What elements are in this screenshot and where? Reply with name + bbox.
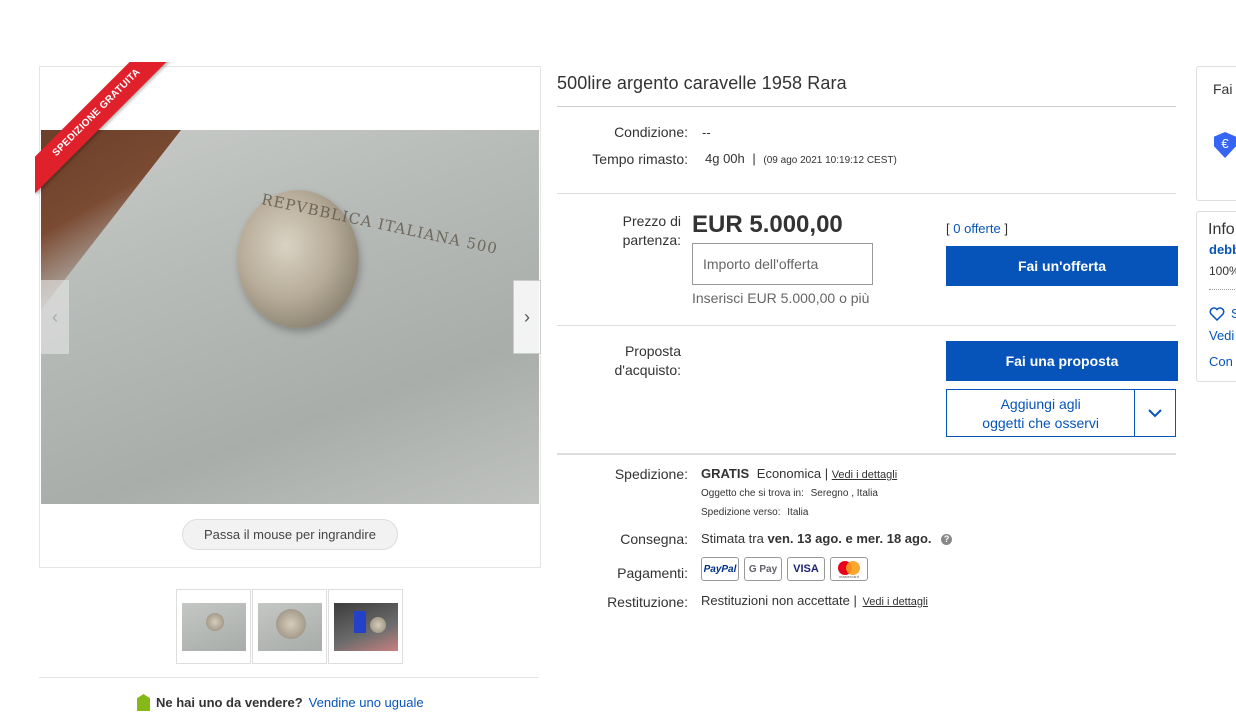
returns-row: Restituzioni non accettate | Vedi i dett…: [701, 593, 928, 608]
payments-label: Pagamenti:: [617, 565, 688, 581]
best-offer-label-line2: d'acquisto:: [614, 362, 682, 378]
help-icon[interactable]: ?: [941, 534, 953, 545]
thumbnail-1[interactable]: [176, 589, 251, 664]
google-pay-logo: G Pay: [744, 557, 782, 581]
returns-details-link[interactable]: Vedi i dettagli: [862, 596, 927, 608]
starting-price: EUR 5.000,00: [692, 211, 843, 238]
item-location-value: Seregno , Italia: [810, 488, 878, 499]
sell-similar-link[interactable]: Vendine uno uguale: [309, 695, 424, 710]
shield-euro-icon: €: [1214, 132, 1236, 158]
time-left-row: 4g 00h | (09 ago 2021 10:19:12 CEST): [705, 151, 897, 166]
save-seller-link[interactable]: S: [1209, 306, 1236, 321]
bid-count-link[interactable]: 0 offerte: [953, 221, 1000, 236]
protection-title: Fai: [1213, 81, 1233, 97]
watch-label-line1: Aggiungi agli: [1000, 396, 1081, 412]
zoom-hint: Passa il mouse per ingrandire: [182, 519, 398, 550]
title-divider: [557, 106, 1176, 107]
mastercard-logo: mastercard: [830, 557, 868, 581]
shipping-details-link[interactable]: Vedi i dettagli: [832, 469, 897, 481]
returns-label: Restituzione:: [607, 594, 688, 610]
starting-price-label-line1: Prezzo di: [622, 213, 681, 229]
listing-title: 500lire argento caravelle 1958 Rara: [557, 73, 847, 93]
divider: [1209, 289, 1236, 290]
condition-label: Condizione:: [614, 124, 688, 140]
seller-name-link[interactable]: debb: [1209, 242, 1236, 257]
thumbnail-2[interactable]: [252, 589, 327, 664]
shipping-method: Economica |: [756, 466, 829, 481]
seller-info-title: Info: [1208, 221, 1235, 238]
bid-count-close: ]: [1004, 221, 1008, 236]
add-to-watchlist-button[interactable]: Aggiungi agli oggetti che osservi: [947, 390, 1134, 436]
watchlist-control: Aggiungi agli oggetti che osservi: [946, 389, 1176, 437]
chevron-down-icon: [1148, 408, 1162, 417]
price-tag-icon: [137, 694, 150, 711]
see-other-items-link[interactable]: Vedi: [1209, 328, 1234, 343]
watch-label-line2: oggetti che osservi: [982, 415, 1100, 431]
delivery-dates: ven. 13 ago. e mer. 18 ago.: [767, 531, 932, 546]
time-separator: |: [752, 151, 756, 166]
chevron-right-icon: ›: [524, 306, 530, 327]
ribbon-label: SPEDIZIONE GRATUITA: [35, 62, 175, 193]
watchlist-dropdown-button[interactable]: [1134, 390, 1175, 436]
chevron-left-icon: ‹: [52, 306, 58, 327]
payment-methods: PayPal G Pay VISA mastercard: [701, 557, 868, 581]
shipping-summary: GRATIS Economica | Vedi i dettagli: [701, 466, 897, 481]
save-seller-label: S: [1231, 306, 1236, 321]
delivery-label: Consegna:: [620, 531, 688, 547]
shipping-label: Spedizione:: [614, 466, 688, 482]
ships-to: Spedizione verso: Italia: [701, 507, 808, 518]
visa-logo: VISA: [787, 557, 825, 581]
contact-seller-link[interactable]: Con: [1209, 354, 1233, 369]
sell-question: Ne hai uno da vendere?: [156, 695, 303, 710]
ships-to-label: Spedizione verso:: [701, 507, 781, 518]
bid-count: [ 0 offerte ]: [946, 221, 1008, 236]
time-left-label: Tempo rimasto:: [592, 151, 688, 167]
divider: [39, 677, 539, 678]
place-bid-button[interactable]: Fai un'offerta: [946, 246, 1178, 286]
returns-value: Restituzioni non accettate |: [701, 593, 857, 608]
thumbnail-strip: [176, 589, 403, 664]
next-image-button[interactable]: ›: [513, 280, 541, 354]
divider: [557, 325, 1176, 326]
starting-price-label: Prezzo di partenza:: [623, 212, 681, 250]
seller-feedback: 100%: [1209, 264, 1236, 278]
bid-count-open: [: [946, 221, 950, 236]
item-location: Oggetto che si trova in: Seregno , Itali…: [701, 488, 878, 499]
sell-similar-row: Ne hai uno da vendere? Vendine uno ugual…: [137, 694, 424, 711]
free-shipping-ribbon: SPEDIZIONE GRATUITA: [35, 62, 175, 202]
best-offer-label-line1: Proposta: [624, 343, 681, 359]
bid-hint: Inserisci EUR 5.000,00 o più: [692, 290, 870, 306]
divider: [557, 453, 1176, 455]
divider: [557, 193, 1176, 194]
item-location-label: Oggetto che si trova in:: [701, 488, 804, 499]
bid-amount-input[interactable]: [692, 243, 873, 285]
starting-price-label-line2: partenza:: [622, 232, 681, 248]
buyer-protection-box: Fai €: [1196, 66, 1236, 201]
time-left-value: 4g 00h: [705, 151, 745, 166]
make-offer-button[interactable]: Fai una proposta: [946, 341, 1178, 381]
condition-value: --: [702, 125, 711, 140]
ships-to-value: Italia: [787, 507, 809, 518]
heart-icon: [1209, 306, 1225, 321]
prev-image-button[interactable]: ‹: [41, 280, 69, 354]
delivery-estimate: Stimata tra ven. 13 ago. e mer. 18 ago. …: [701, 531, 953, 546]
delivery-prefix: Stimata tra: [701, 531, 764, 546]
best-offer-label: Proposta d'acquisto:: [615, 342, 682, 380]
paypal-logo: PayPal: [701, 557, 739, 581]
shipping-free: GRATIS: [701, 466, 750, 481]
thumbnail-3[interactable]: [328, 589, 403, 664]
seller-info-box: Info debb 100% S Vedi Con: [1196, 211, 1236, 382]
end-date: (09 ago 2021 10:19:12 CEST): [763, 155, 897, 166]
mastercard-wordmark: mastercard: [838, 574, 859, 579]
